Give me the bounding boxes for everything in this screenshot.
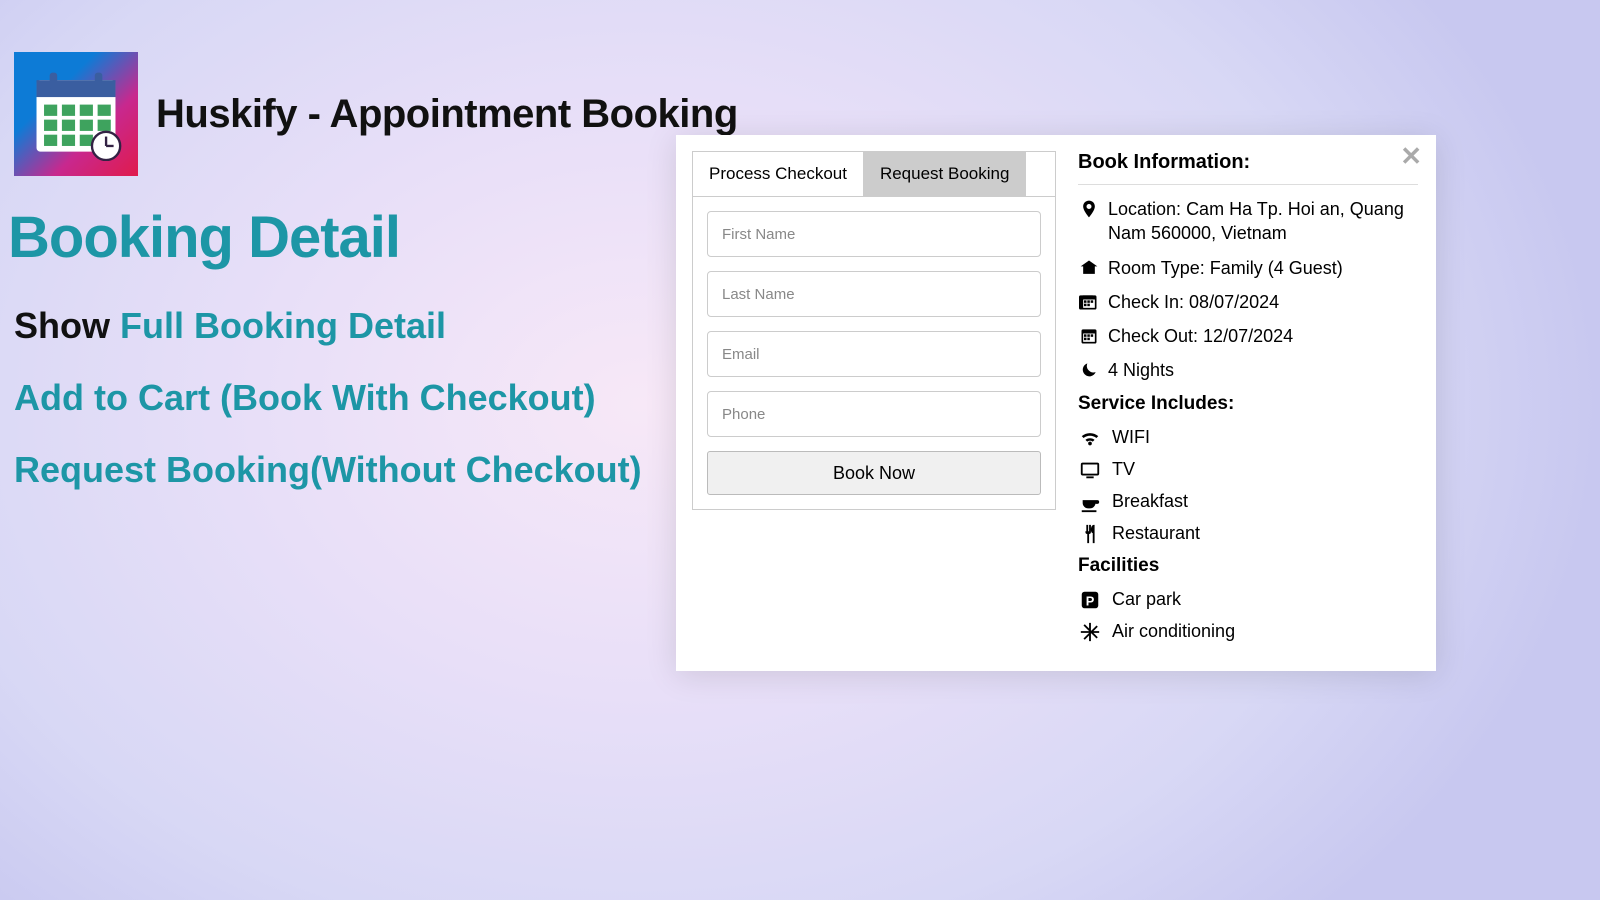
snowflake-icon	[1078, 621, 1102, 643]
booking-form-column: Process Checkout Request Booking Book No…	[676, 135, 1072, 671]
tv-icon	[1078, 459, 1102, 481]
location-row: Location: Cam Ha Tp. Hoi an, Quang Nam 5…	[1078, 197, 1418, 246]
booking-form: Process Checkout Request Booking Book No…	[692, 151, 1056, 510]
booking-info-column: Book Information: Location: Cam Ha Tp. H…	[1072, 135, 1436, 671]
checkin-text: Check In: 08/07/2024	[1108, 290, 1279, 314]
facility-ac: Air conditioning	[1078, 621, 1418, 643]
form-body: Book Now	[693, 197, 1055, 509]
book-now-button[interactable]: Book Now	[707, 451, 1041, 495]
divider	[1078, 184, 1418, 185]
facility-carpark: P Car park	[1078, 589, 1418, 611]
location-icon	[1078, 199, 1100, 219]
nights-row: 4 Nights	[1078, 358, 1418, 382]
book-info-title: Book Information:	[1078, 151, 1418, 174]
show-prefix: Show	[14, 305, 120, 346]
last-name-input[interactable]	[707, 271, 1041, 317]
app-logo	[14, 52, 138, 176]
tab-request-booking[interactable]: Request Booking	[864, 152, 1026, 196]
service-breakfast-label: Breakfast	[1112, 491, 1188, 512]
moon-icon	[1078, 360, 1100, 380]
email-input[interactable]	[707, 331, 1041, 377]
service-includes-title: Service Includes:	[1078, 393, 1418, 415]
app-title: Huskify - Appointment Booking	[156, 92, 738, 137]
utensils-icon	[1078, 523, 1102, 545]
facility-ac-label: Air conditioning	[1112, 621, 1235, 642]
form-tabs: Process Checkout Request Booking	[693, 152, 1055, 197]
service-breakfast: Breakfast	[1078, 491, 1418, 513]
location-text: Location: Cam Ha Tp. Hoi an, Quang Nam 5…	[1108, 197, 1418, 246]
service-restaurant: Restaurant	[1078, 523, 1418, 545]
room-icon	[1078, 258, 1100, 278]
full-booking-detail-link[interactable]: Full Booking Detail	[120, 305, 446, 346]
first-name-input[interactable]	[707, 211, 1041, 257]
service-wifi-label: WIFI	[1112, 427, 1150, 448]
calendar-out-icon	[1078, 326, 1100, 346]
coffee-icon	[1078, 491, 1102, 513]
facility-carpark-label: Car park	[1112, 589, 1181, 610]
checkout-row: Check Out: 12/07/2024	[1078, 324, 1418, 348]
service-wifi: WIFI	[1078, 427, 1418, 449]
booking-modal: ✕ Process Checkout Request Booking Book …	[676, 135, 1436, 671]
parking-icon: P	[1078, 589, 1102, 611]
nights-text: 4 Nights	[1108, 358, 1174, 382]
svg-text:P: P	[1086, 593, 1095, 608]
room-type-row: Room Type: Family (4 Guest)	[1078, 256, 1418, 280]
calendar-icon	[29, 67, 123, 161]
tab-process-checkout[interactable]: Process Checkout	[693, 152, 864, 196]
close-icon[interactable]: ✕	[1400, 141, 1422, 172]
wifi-icon	[1078, 427, 1102, 449]
checkin-row: Check In: 08/07/2024	[1078, 290, 1418, 314]
service-tv-label: TV	[1112, 459, 1135, 480]
checkout-text: Check Out: 12/07/2024	[1108, 324, 1293, 348]
facilities-title: Facilities	[1078, 555, 1418, 577]
calendar-in-icon	[1078, 292, 1100, 312]
service-tv: TV	[1078, 459, 1418, 481]
phone-input[interactable]	[707, 391, 1041, 437]
service-restaurant-label: Restaurant	[1112, 523, 1200, 544]
room-type-text: Room Type: Family (4 Guest)	[1108, 256, 1343, 280]
